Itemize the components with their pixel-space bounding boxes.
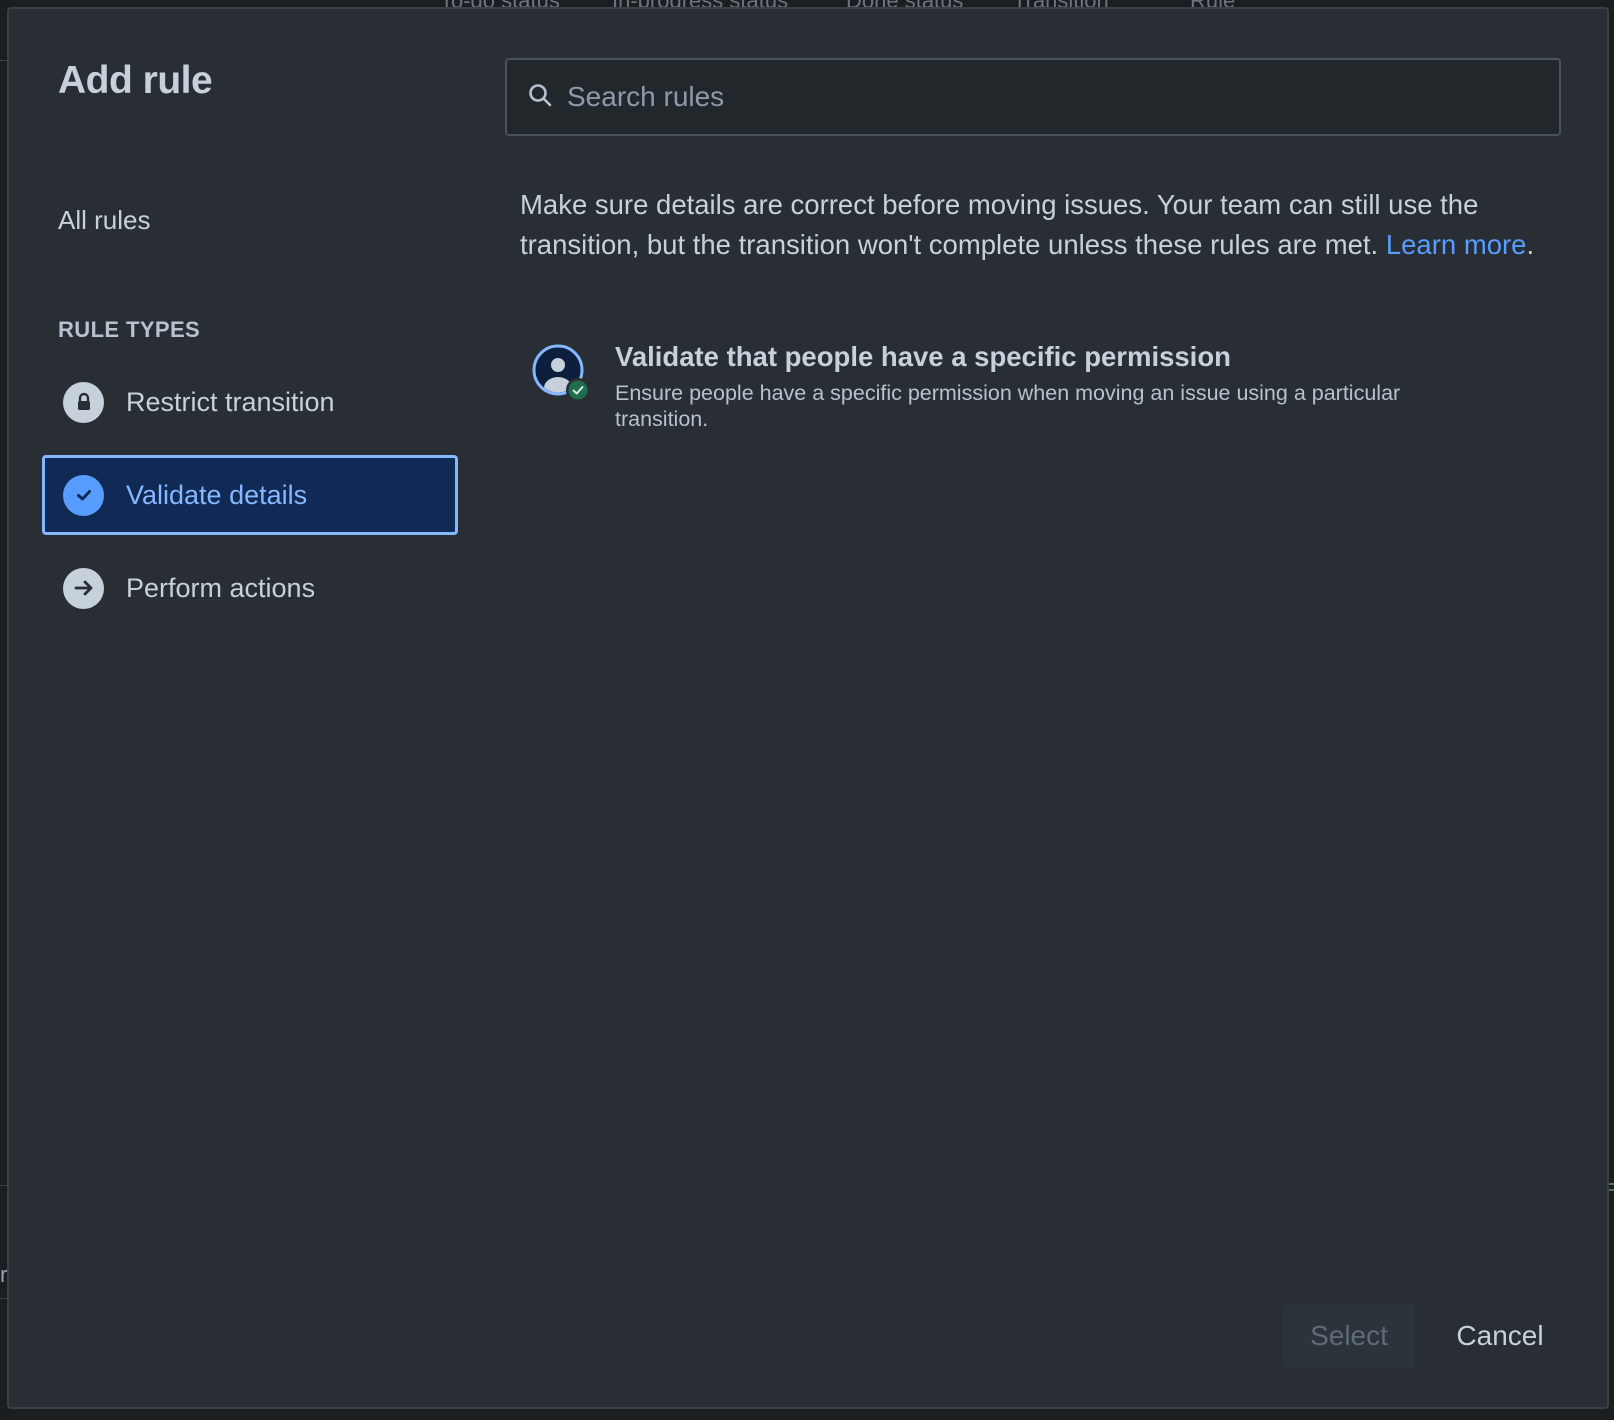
bg-divider bbox=[0, 60, 7, 61]
arrow-right-icon bbox=[63, 567, 104, 609]
rule-option-title: Validate that people have a specific per… bbox=[615, 341, 1231, 372]
description-period: . bbox=[1526, 229, 1535, 260]
bg-divider bbox=[0, 1185, 7, 1186]
nav-item-label: Validate details bbox=[126, 479, 308, 510]
rule-types-heading: RULE TYPES bbox=[58, 317, 201, 342]
description-text: Make sure details are correct before mov… bbox=[520, 189, 1479, 260]
user-permission-icon bbox=[532, 344, 590, 402]
nav-item-validate-details[interactable]: Validate details bbox=[42, 455, 458, 535]
add-rule-dialog: Add rule All rules RULE TYPES Restrict t… bbox=[7, 7, 1609, 1409]
lock-icon bbox=[63, 381, 104, 423]
nav-item-restrict-transition[interactable]: Restrict transition bbox=[42, 362, 458, 442]
nav-item-label: Perform actions bbox=[126, 572, 316, 603]
search-field[interactable] bbox=[505, 58, 1561, 136]
bg-divider bbox=[0, 1298, 7, 1299]
search-icon bbox=[527, 82, 553, 113]
search-input[interactable] bbox=[567, 77, 1527, 117]
rule-option-description: Ensure people have a specific permission… bbox=[615, 381, 1401, 431]
learn-more-link[interactable]: Learn more bbox=[1386, 229, 1527, 260]
rule-option-permission[interactable]: Validate that people have a specific per… bbox=[532, 339, 1562, 449]
cancel-button[interactable]: Cancel bbox=[1431, 1304, 1569, 1368]
select-button[interactable]: Select bbox=[1283, 1304, 1415, 1368]
nav-item-label: Restrict transition bbox=[126, 386, 335, 417]
nav-item-perform-actions[interactable]: Perform actions bbox=[42, 548, 458, 628]
dialog-title: Add rule bbox=[58, 59, 213, 102]
rule-option-text: Validate that people have a specific per… bbox=[615, 339, 1495, 449]
check-circle-icon bbox=[63, 474, 104, 516]
all-rules-link[interactable]: All rules bbox=[58, 205, 150, 236]
rule-type-description: Make sure details are correct before mov… bbox=[520, 185, 1550, 265]
